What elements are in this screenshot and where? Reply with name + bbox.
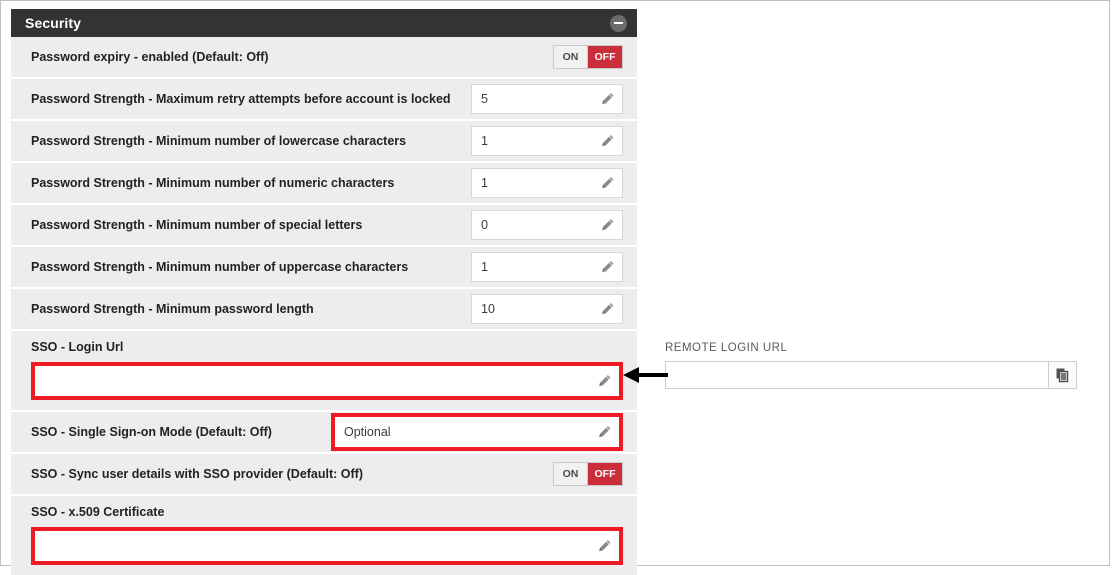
input-max-retry-attempts[interactable]: 5 bbox=[471, 84, 623, 114]
toggle-password-expiry[interactable]: ON OFF bbox=[553, 45, 623, 69]
toggle-on-label[interactable]: ON bbox=[554, 46, 588, 68]
table-row: Password Strength - Minimum number of lo… bbox=[11, 121, 637, 163]
panel-header: Security bbox=[11, 9, 637, 37]
toggle-sso-sync-user-details[interactable]: ON OFF bbox=[553, 462, 623, 486]
pencil-icon[interactable] bbox=[600, 302, 615, 317]
table-row: SSO - Login Url bbox=[11, 331, 637, 412]
setting-label: SSO - Login Url bbox=[31, 340, 124, 354]
table-row: Password Strength - Minimum number of up… bbox=[11, 247, 637, 289]
setting-label: Password Strength - Minimum number of nu… bbox=[31, 175, 395, 190]
toggle-on-label[interactable]: ON bbox=[554, 463, 588, 485]
remote-login-url-field-row bbox=[665, 361, 1077, 389]
input-sso-x509-certificate[interactable] bbox=[35, 531, 619, 561]
input-value: 1 bbox=[481, 134, 488, 148]
toggle-off-label[interactable]: OFF bbox=[588, 46, 622, 68]
minus-circle-icon[interactable] bbox=[610, 14, 627, 32]
table-row: SSO - x.509 Certificate bbox=[11, 496, 637, 575]
pencil-icon[interactable] bbox=[600, 134, 615, 149]
highlight-box-sso-certificate bbox=[31, 527, 623, 565]
table-row: Password Strength - Maximum retry attemp… bbox=[11, 79, 637, 121]
pencil-icon[interactable] bbox=[600, 260, 615, 275]
setting-label: SSO - x.509 Certificate bbox=[31, 505, 165, 519]
remote-login-url-block: REMOTE LOGIN URL bbox=[665, 342, 1077, 389]
setting-label: SSO - Sync user details with SSO provide… bbox=[31, 466, 364, 481]
security-settings-panel: Security Password expiry - enabled (Defa… bbox=[11, 9, 637, 575]
setting-label: SSO - Single Sign-on Mode (Default: Off) bbox=[31, 424, 272, 439]
setting-label: Password Strength - Minimum number of up… bbox=[31, 259, 409, 274]
setting-label: Password Strength - Minimum number of lo… bbox=[31, 133, 407, 148]
input-min-special[interactable]: 0 bbox=[471, 210, 623, 240]
input-value: 1 bbox=[481, 260, 488, 274]
input-sso-login-url[interactable] bbox=[35, 366, 619, 396]
pencil-icon[interactable] bbox=[600, 176, 615, 191]
pencil-icon[interactable] bbox=[600, 218, 615, 233]
table-row: Password Strength - Minimum password len… bbox=[11, 289, 637, 331]
left-arrow-annotation bbox=[623, 367, 668, 383]
pencil-icon[interactable] bbox=[597, 425, 612, 440]
input-value: 5 bbox=[481, 92, 488, 106]
table-row: Password expiry - enabled (Default: Off)… bbox=[11, 37, 637, 79]
setting-label: Password Strength - Minimum password len… bbox=[31, 301, 314, 316]
page-title: Security bbox=[25, 15, 82, 31]
input-min-lowercase[interactable]: 1 bbox=[471, 126, 623, 156]
page-frame: Security Password expiry - enabled (Defa… bbox=[0, 0, 1110, 575]
setting-label: Password Strength - Minimum number of sp… bbox=[31, 217, 363, 232]
input-sso-mode[interactable]: Optional bbox=[335, 417, 619, 447]
copy-icon bbox=[1056, 368, 1068, 383]
copy-button[interactable] bbox=[1049, 361, 1077, 389]
input-value: Optional bbox=[344, 425, 391, 439]
table-row: Password Strength - Minimum number of nu… bbox=[11, 163, 637, 205]
toggle-off-label[interactable]: OFF bbox=[588, 463, 622, 485]
highlight-box-sso-login-url bbox=[31, 362, 623, 400]
pencil-icon[interactable] bbox=[600, 92, 615, 107]
setting-label: Password Strength - Maximum retry attemp… bbox=[31, 91, 451, 106]
table-row: SSO - Single Sign-on Mode (Default: Off)… bbox=[11, 412, 637, 454]
settings-row-list: Password expiry - enabled (Default: Off)… bbox=[11, 37, 637, 575]
highlight-box-sso-mode: Optional bbox=[331, 413, 623, 451]
input-min-uppercase[interactable]: 1 bbox=[471, 252, 623, 282]
input-min-password-length[interactable]: 10 bbox=[471, 294, 623, 324]
input-min-numeric[interactable]: 1 bbox=[471, 168, 623, 198]
setting-label: Password expiry - enabled (Default: Off) bbox=[31, 49, 269, 64]
remote-login-url-label: REMOTE LOGIN URL bbox=[665, 342, 788, 354]
pencil-icon[interactable] bbox=[597, 374, 612, 389]
remote-login-url-input[interactable] bbox=[665, 361, 1049, 389]
pencil-icon[interactable] bbox=[597, 539, 612, 554]
table-row: Password Strength - Minimum number of sp… bbox=[11, 205, 637, 247]
table-row: SSO - Sync user details with SSO provide… bbox=[11, 454, 637, 496]
input-value: 1 bbox=[481, 176, 488, 190]
minus-glyph bbox=[614, 22, 623, 24]
input-value: 10 bbox=[481, 302, 495, 316]
input-value: 0 bbox=[481, 218, 488, 232]
